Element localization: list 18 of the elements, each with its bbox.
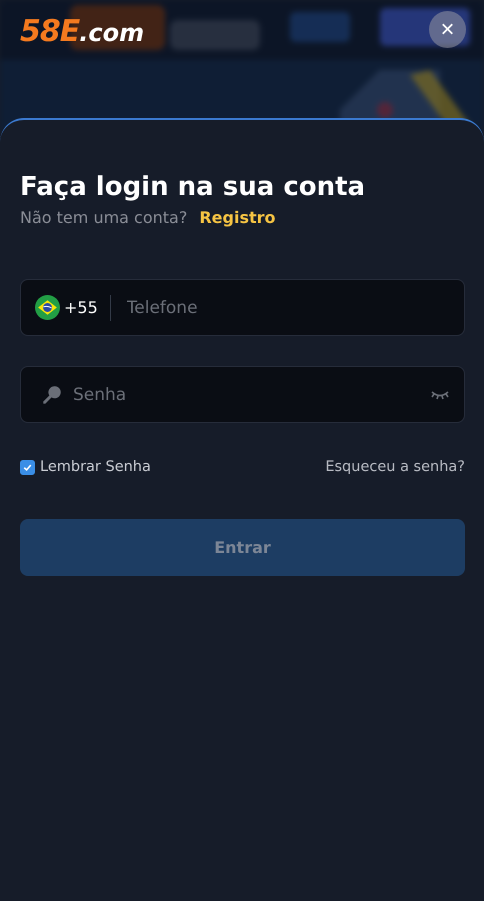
close-button[interactable]: × <box>429 11 466 48</box>
phone-field[interactable]: +55 Telefone <box>20 279 465 336</box>
forgot-password-link[interactable]: Esqueceu a senha? <box>325 459 465 475</box>
country-code: +55 <box>64 298 98 317</box>
password-input[interactable]: Senha <box>71 384 430 406</box>
remember-checkbox[interactable] <box>20 460 35 474</box>
logo-text: 58E <box>20 14 80 49</box>
logo[interactable]: 58E.com <box>20 14 144 49</box>
login-title: Faça login na sua conta <box>20 172 366 202</box>
register-link[interactable]: Registro <box>199 208 276 227</box>
flag-icon <box>35 295 60 320</box>
logo-suffix: .com <box>79 19 144 47</box>
register-prompt: Não tem uma conta? <box>20 208 188 227</box>
password-field[interactable]: Senha <box>20 366 465 423</box>
remember-label: Lembrar Senha <box>40 459 151 475</box>
closed-eye-icon[interactable] <box>430 388 450 400</box>
phone-input[interactable]: Telefone <box>124 296 450 318</box>
key-icon <box>41 384 63 406</box>
